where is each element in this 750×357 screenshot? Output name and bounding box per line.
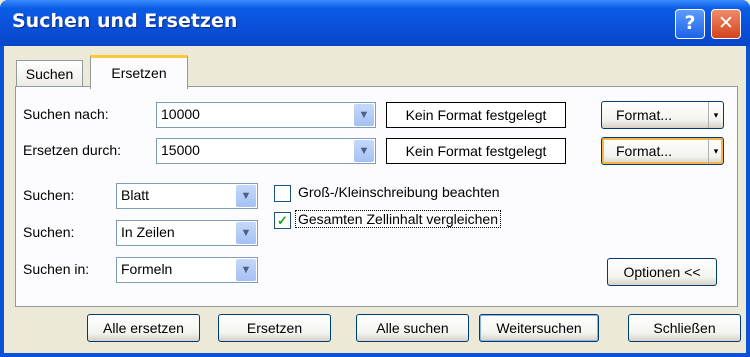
check-icon: ✓ [277, 213, 288, 228]
replace-tab-panel: Suchen nach: 10000 ▼ Kein Format festgel… [15, 86, 738, 307]
chevron-down-icon[interactable]: ▼ [236, 259, 256, 281]
help-icon[interactable]: ? [675, 9, 705, 39]
search-format-button[interactable]: Format... ▾ [601, 101, 724, 129]
find-all-button[interactable]: Alle suchen [356, 314, 469, 342]
window-title: Suchen und Ersetzen [12, 10, 238, 32]
split-arrow-icon[interactable]: ▾ [708, 138, 723, 164]
search-order-combo[interactable]: In Zeilen ▼ [116, 220, 258, 246]
replace-with-value[interactable]: 15000 [161, 142, 200, 158]
split-arrow-icon[interactable]: ▾ [708, 102, 723, 128]
search-for-combo[interactable]: 10000 ▼ [156, 102, 376, 128]
replace-all-button[interactable]: Alle ersetzen [87, 314, 200, 342]
find-next-button[interactable]: Weitersuchen [479, 314, 599, 342]
close-icon[interactable]: ✕ [711, 9, 741, 39]
close-button[interactable]: Schließen [628, 314, 741, 342]
dialog-body: Suchen Ersetzen Suchen nach: 10000 ▼ Kei… [4, 46, 746, 353]
search-order-value[interactable]: In Zeilen [121, 224, 175, 240]
tab-search[interactable]: Suchen [16, 60, 83, 87]
look-in-combo[interactable]: Formeln ▼ [116, 257, 258, 283]
replace-format-button[interactable]: Format... ▾ [601, 137, 724, 165]
look-in-label: Suchen in: [23, 261, 90, 277]
chevron-down-icon[interactable]: ▼ [236, 185, 256, 207]
search-order-label: Suchen: [23, 224, 75, 240]
replace-button[interactable]: Ersetzen [218, 314, 331, 342]
within-value[interactable]: Blatt [121, 187, 149, 203]
title-bar[interactable]: Suchen und Ersetzen ? ✕ [0, 0, 750, 46]
search-format-button-label: Format... [616, 107, 673, 123]
replace-format-button-label: Format... [616, 143, 673, 159]
within-label: Suchen: [23, 187, 75, 203]
search-format-preview: Kein Format festgelegt [386, 102, 566, 128]
find-replace-dialog: Suchen und Ersetzen ? ✕ Suchen Ersetzen … [0, 0, 750, 357]
replace-with-label: Ersetzen durch: [23, 142, 122, 158]
match-case-label[interactable]: Groß-/Kleinschreibung beachten [298, 184, 500, 200]
within-combo[interactable]: Blatt ▼ [116, 183, 258, 209]
chevron-down-icon[interactable]: ▼ [354, 104, 374, 126]
chevron-down-icon[interactable]: ▼ [354, 140, 374, 162]
tab-replace[interactable]: Ersetzen [90, 55, 188, 89]
match-entire-checkbox[interactable]: ✓ [274, 212, 291, 229]
match-case-checkbox[interactable] [274, 185, 291, 202]
replace-format-preview: Kein Format festgelegt [386, 138, 566, 164]
match-entire-label[interactable]: Gesamten Zellinhalt vergleichen [295, 210, 501, 228]
look-in-value[interactable]: Formeln [121, 261, 172, 277]
search-for-value[interactable]: 10000 [161, 106, 200, 122]
search-for-label: Suchen nach: [23, 106, 109, 122]
options-button[interactable]: Optionen << [607, 258, 717, 286]
replace-with-combo[interactable]: 15000 ▼ [156, 138, 376, 164]
chevron-down-icon[interactable]: ▼ [236, 222, 256, 244]
